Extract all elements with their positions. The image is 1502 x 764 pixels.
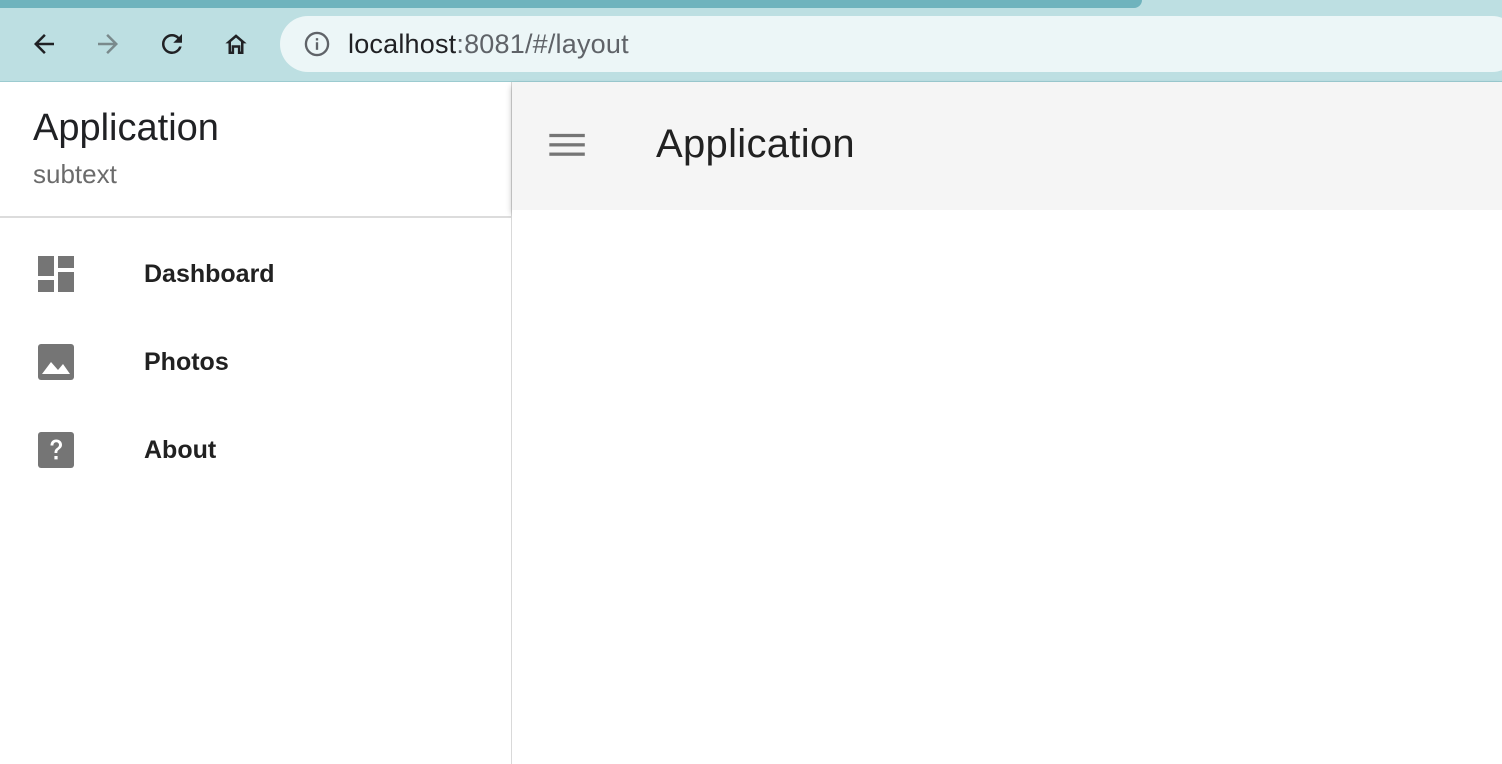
drawer-divider — [0, 216, 511, 218]
app-bar: Application — [512, 82, 1502, 210]
app-bar-title: Application — [656, 122, 855, 166]
back-button[interactable] — [24, 24, 64, 64]
drawer-item-label: Photos — [144, 347, 229, 376]
home-icon — [225, 34, 247, 54]
drawer-item-dashboard[interactable]: Dashboard — [0, 230, 511, 318]
url-path: :8081/#/layout — [456, 28, 629, 59]
help-icon — [36, 430, 76, 470]
drawer-subtitle: subtext — [33, 159, 117, 189]
arrow-left-icon — [34, 34, 54, 54]
forward-button[interactable] — [88, 24, 128, 64]
browser-tab[interactable] — [0, 0, 1142, 8]
drawer-nav-list: Dashboard Photos About — [0, 230, 511, 494]
browser-toolbar: localhost:8081/#/layout — [0, 0, 1502, 82]
url-host: localhost — [348, 28, 457, 59]
drawer-item-about[interactable]: About — [0, 406, 511, 494]
url-text[interactable]: localhost:8081/#/layout — [348, 29, 629, 60]
navigation-drawer: Application subtext Dashboard Photos Abo… — [0, 82, 512, 764]
arrow-right-icon — [98, 34, 118, 54]
home-button[interactable] — [216, 24, 256, 64]
dashboard-icon — [36, 254, 76, 294]
reload-icon — [161, 33, 182, 54]
drawer-title: Application — [33, 107, 219, 149]
reload-button[interactable] — [152, 24, 192, 64]
drawer-item-label: About — [144, 435, 217, 464]
info-icon[interactable] — [302, 29, 332, 59]
drawer-item-photos[interactable]: Photos — [0, 318, 511, 406]
address-bar[interactable]: localhost:8081/#/layout — [280, 16, 1502, 72]
main-content — [512, 210, 1502, 764]
menu-icon — [549, 133, 585, 156]
menu-button[interactable] — [546, 126, 590, 166]
drawer-item-label: Dashboard — [144, 259, 275, 288]
image-icon — [36, 342, 76, 382]
